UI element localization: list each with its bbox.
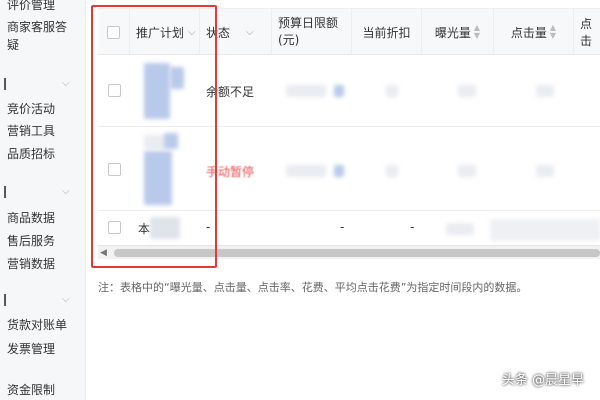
sort-icon[interactable]: ▲ ▼	[474, 24, 480, 40]
column-ctr[interactable]: 点击	[574, 9, 600, 55]
chevron-down-icon[interactable]: ⌵	[62, 294, 74, 306]
redacted-impressions	[458, 165, 476, 177]
redacted-plan-name	[144, 135, 166, 149]
table-row[interactable]: 本 计 - - -	[98, 211, 600, 245]
redacted-impressions	[458, 85, 476, 97]
column-budget: 预算日限额(元)	[272, 9, 352, 55]
table-row[interactable]: 余额不足	[98, 55, 600, 127]
column-status-label: 状态	[206, 25, 231, 40]
chevron-down-icon[interactable]: ⌵	[62, 186, 74, 198]
sidebar-item-marketing-tools[interactable]: 营销工具	[7, 122, 55, 139]
budget-text: -	[340, 220, 345, 234]
watermark: 头条 @晨星早	[501, 373, 584, 388]
sidebar-item-invoice[interactable]: 发票管理	[7, 340, 55, 357]
redacted-clicks	[536, 165, 554, 177]
horizontal-scrollbar[interactable]: ◀	[98, 245, 600, 259]
sidebar-item-reconciliation[interactable]: 货款对账单	[7, 316, 67, 333]
row-checkbox[interactable]	[108, 221, 121, 234]
scroll-left-icon[interactable]: ◀	[100, 246, 107, 260]
chevron-down-icon[interactable]: ⌵	[188, 27, 196, 38]
redacted-budget	[334, 165, 344, 177]
table-note: 注：表格中的“曝光量、点击量、点击率、花费、平均点击花费”为指定时间段内的数据。	[98, 281, 528, 294]
redacted-budget	[286, 85, 326, 97]
sidebar-item-bidding[interactable]: 竞价活动	[7, 100, 55, 117]
sidebar-item-review[interactable]: 评价管理	[7, 0, 55, 13]
sidebar-item-customer-qa[interactable]: 商家客服答	[7, 18, 67, 35]
sidebar-item-fund-limit[interactable]: 资金限制	[7, 381, 55, 398]
column-budget-label: 预算日限额(元)	[278, 16, 339, 47]
column-discount: 当前折扣	[352, 9, 422, 55]
redacted-impressions	[446, 223, 474, 235]
redacted-clicks	[490, 219, 600, 241]
column-clicks-label: 点击量	[510, 25, 547, 40]
row-checkbox[interactable]	[108, 163, 121, 176]
table-row[interactable]: 手动暂停	[98, 127, 600, 211]
redacted-plan-name	[170, 67, 184, 89]
row-checkbox[interactable]	[108, 84, 121, 97]
column-ctr-label: 点击	[580, 17, 593, 48]
campaign-table: 推广计划 ⌵ 状态 ⌵ 预算日限额(元) 当前折扣 曝光量 ▲ ▼ 点击量 ▲ ▼	[98, 8, 600, 259]
sidebar-group-marketing[interactable]: ❙	[0, 76, 10, 90]
sidebar-item-product-data[interactable]: 商品数据	[7, 209, 55, 226]
redacted-discount	[386, 85, 398, 97]
chevron-down-icon[interactable]: ⌵	[62, 78, 74, 90]
scrollbar-thumb[interactable]	[114, 249, 600, 257]
column-clicks[interactable]: 点击量 ▲ ▼	[494, 9, 574, 55]
discount-text: -	[410, 220, 415, 234]
redacted-budget	[334, 85, 344, 97]
status-text: 余额不足	[206, 85, 255, 99]
main-content: 推广计划 ⌵ 状态 ⌵ 预算日限额(元) 当前折扣 曝光量 ▲ ▼ 点击量 ▲ ▼	[86, 0, 600, 400]
sidebar-group-data[interactable]: ❙	[0, 184, 10, 198]
redacted-clicks	[536, 85, 554, 97]
column-impressions[interactable]: 曝光量 ▲ ▼	[422, 9, 494, 55]
status-text: -	[206, 220, 211, 234]
sidebar-item-customer-qa-cont[interactable]: 疑	[7, 36, 19, 53]
column-status[interactable]: 状态 ⌵	[200, 9, 272, 55]
select-all-checkbox[interactable]	[107, 25, 120, 39]
status-text-paused: 手动暂停	[206, 165, 255, 179]
column-plan-label: 推广计划	[136, 25, 185, 40]
redacted-budget	[286, 165, 326, 177]
redacted-plan-name	[144, 63, 170, 119]
column-impressions-label: 曝光量	[434, 25, 471, 40]
redacted-plan-name	[150, 217, 180, 239]
chevron-down-icon[interactable]: ⌵	[246, 27, 254, 38]
sidebar-item-after-sales[interactable]: 售后服务	[7, 232, 55, 249]
sidebar: 评价管理 商家客服答 疑 ❙ ⌵ 竞价活动 营销工具 品质招标 ❙ ⌵ 商品数据…	[0, 0, 86, 400]
column-discount-label: 当前折扣	[362, 25, 411, 40]
redacted-discount	[386, 165, 398, 177]
table-header: 推广计划 ⌵ 状态 ⌵ 预算日限额(元) 当前折扣 曝光量 ▲ ▼ 点击量 ▲ ▼	[98, 9, 600, 55]
redacted-plan-name	[144, 151, 172, 205]
sort-icon[interactable]: ▲ ▼	[550, 24, 556, 40]
sidebar-item-quality-bid[interactable]: 品质招标	[7, 145, 55, 162]
sidebar-group-finance[interactable]: ❙	[0, 292, 10, 306]
redacted-plan-name	[164, 133, 178, 149]
column-plan[interactable]: 推广计划 ⌵	[130, 9, 200, 55]
header-checkbox-cell	[98, 9, 130, 55]
sidebar-item-marketing-data[interactable]: 营销数据	[7, 255, 55, 272]
